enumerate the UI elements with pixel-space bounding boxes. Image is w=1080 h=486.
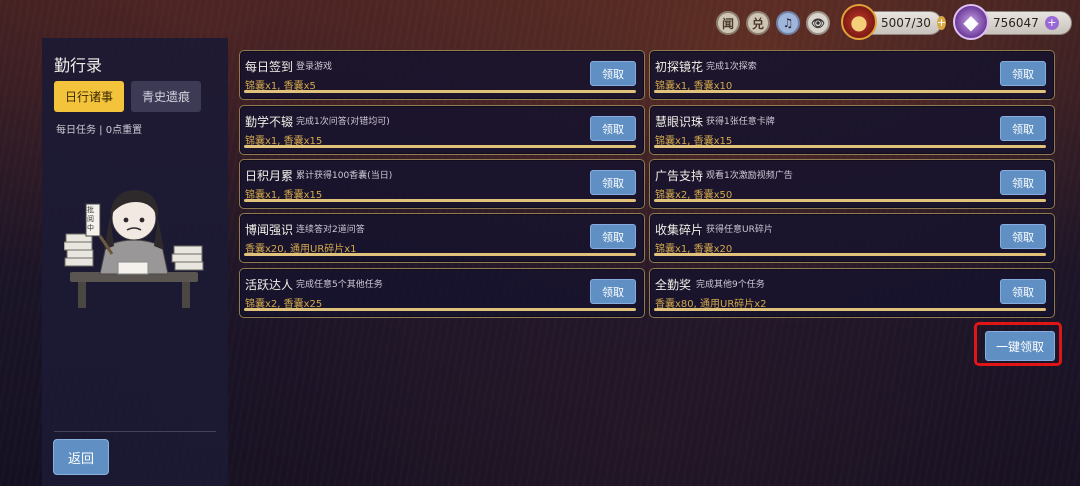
task-desc: 累计获得100香囊(当日) [296, 171, 393, 181]
task-name: 勤学不辍 [245, 115, 294, 129]
task-name: 慧眼识珠 [655, 115, 704, 129]
claim-button[interactable]: 领取 [1000, 279, 1046, 304]
claim-button[interactable]: 领取 [590, 224, 636, 249]
sachet-bag-icon: ● [841, 4, 877, 40]
panel-divider [54, 431, 216, 432]
sachet-value: 5007/30 [881, 16, 931, 30]
task-name: 博闻强识 [245, 223, 294, 237]
task-card: 日积月累 累计获得100香囊(当日) 锦囊x1, 香囊x15 领取 [239, 159, 645, 209]
task-desc: 连续答对2道问答 [296, 225, 365, 235]
task-name: 每日签到 [245, 60, 294, 74]
task-name: 初探镜花 [655, 60, 704, 74]
claim-button[interactable]: 领取 [590, 116, 636, 141]
task-card: 收集碎片 获得任意UR碎片 锦囊x1, 香囊x20 领取 [649, 213, 1055, 263]
task-card: 每日签到 登录游戏 锦囊x1, 香囊x5 领取 [239, 50, 645, 100]
add-gem-icon[interactable]: + [1044, 16, 1059, 30]
gem-icon: ◆ [953, 4, 989, 40]
task-progress-bar [244, 90, 636, 93]
task-card: 活跃达人 完成任意5个其他任务 锦囊x2, 香囊x25 领取 [239, 268, 645, 318]
redeem-icon[interactable]: 兑 [746, 11, 770, 35]
task-card: 全勤奖 完成其他9个任务 香囊x80, 通用UR碎片x2 领取 [649, 268, 1055, 318]
tab-daily-tasks[interactable]: 日行诸事 [54, 81, 124, 112]
claim-all-button[interactable]: 一键领取 [985, 331, 1055, 361]
task-card: 广告支持 观看1次激励视频广告 锦囊x2, 香囊x50 领取 [649, 159, 1055, 209]
task-progress-bar [654, 199, 1046, 202]
gem-value: 756047 [993, 16, 1039, 30]
task-desc: 完成1次问答(对错均可) [296, 117, 390, 127]
task-desc: 完成任意5个其他任务 [296, 280, 383, 290]
task-name: 广告支持 [655, 169, 704, 183]
tab-history[interactable]: 青史遗痕 [131, 81, 201, 112]
music-icon[interactable]: ♫ [776, 11, 800, 35]
claim-all-highlight: 一键领取 [974, 322, 1062, 366]
claim-button[interactable]: 领取 [1000, 170, 1046, 195]
task-name: 收集碎片 [655, 223, 704, 237]
task-progress-bar [654, 90, 1046, 93]
task-name: 全勤奖 [655, 278, 692, 292]
task-desc: 获得1张任意卡牌 [706, 117, 775, 127]
claim-button[interactable]: 领取 [1000, 61, 1046, 86]
task-progress-bar [244, 199, 636, 202]
reset-note: 每日任务 | 0点重置 [56, 125, 143, 136]
task-desc: 登录游戏 [296, 62, 333, 72]
claim-button[interactable]: 领取 [590, 279, 636, 304]
task-progress-bar [244, 308, 636, 311]
task-desc: 观看1次激励视频广告 [706, 171, 793, 181]
task-name: 日积月累 [245, 169, 294, 183]
task-card: 勤学不辍 完成1次问答(对错均可) 锦囊x1, 香囊x15 领取 [239, 105, 645, 155]
back-button[interactable]: 返回 [53, 439, 109, 475]
gem-counter: ◆ 756047 + [953, 4, 1072, 40]
task-name: 活跃达人 [245, 278, 294, 292]
task-card: 慧眼识珠 获得1张任意卡牌 锦囊x1, 香囊x15 领取 [649, 105, 1055, 155]
claim-button[interactable]: 领取 [1000, 116, 1046, 141]
task-card: 博闻强识 连续答对2道问答 香囊x20, 通用UR碎片x1 领取 [239, 213, 645, 263]
task-progress-bar [244, 145, 636, 148]
task-progress-bar [654, 145, 1046, 148]
task-progress-bar [654, 253, 1046, 256]
sachet-counter: ● 5007/30 + [841, 4, 947, 40]
news-icon[interactable]: 闻 [716, 11, 740, 35]
claim-button[interactable]: 领取 [590, 61, 636, 86]
page-title: 勤行录 [54, 56, 103, 75]
task-desc: 完成其他9个任务 [696, 280, 765, 290]
top-resource-bar: 闻 兑 ♫ 👁 ● 5007/30 + ◆ 756047 + [716, 4, 1072, 40]
claim-button[interactable]: 领取 [590, 170, 636, 195]
left-panel: 勤行录 日行诸事 青史遗痕 每日任务 | 0点重置 批阅中 返回 [42, 38, 228, 486]
claim-button[interactable]: 领取 [1000, 224, 1046, 249]
task-progress-bar [654, 308, 1046, 311]
task-desc: 获得任意UR碎片 [706, 225, 773, 235]
task-progress-bar [244, 253, 636, 256]
scholar-mascot [64, 190, 204, 308]
task-card: 初探镜花 完成1次探索 锦囊x1, 香囊x10 领取 [649, 50, 1055, 100]
eye-icon[interactable]: 👁 [806, 11, 830, 35]
mascot-sign-text: 批阅中 [87, 206, 94, 232]
task-desc: 完成1次探索 [706, 62, 757, 72]
add-sachet-icon[interactable]: + [936, 16, 947, 30]
